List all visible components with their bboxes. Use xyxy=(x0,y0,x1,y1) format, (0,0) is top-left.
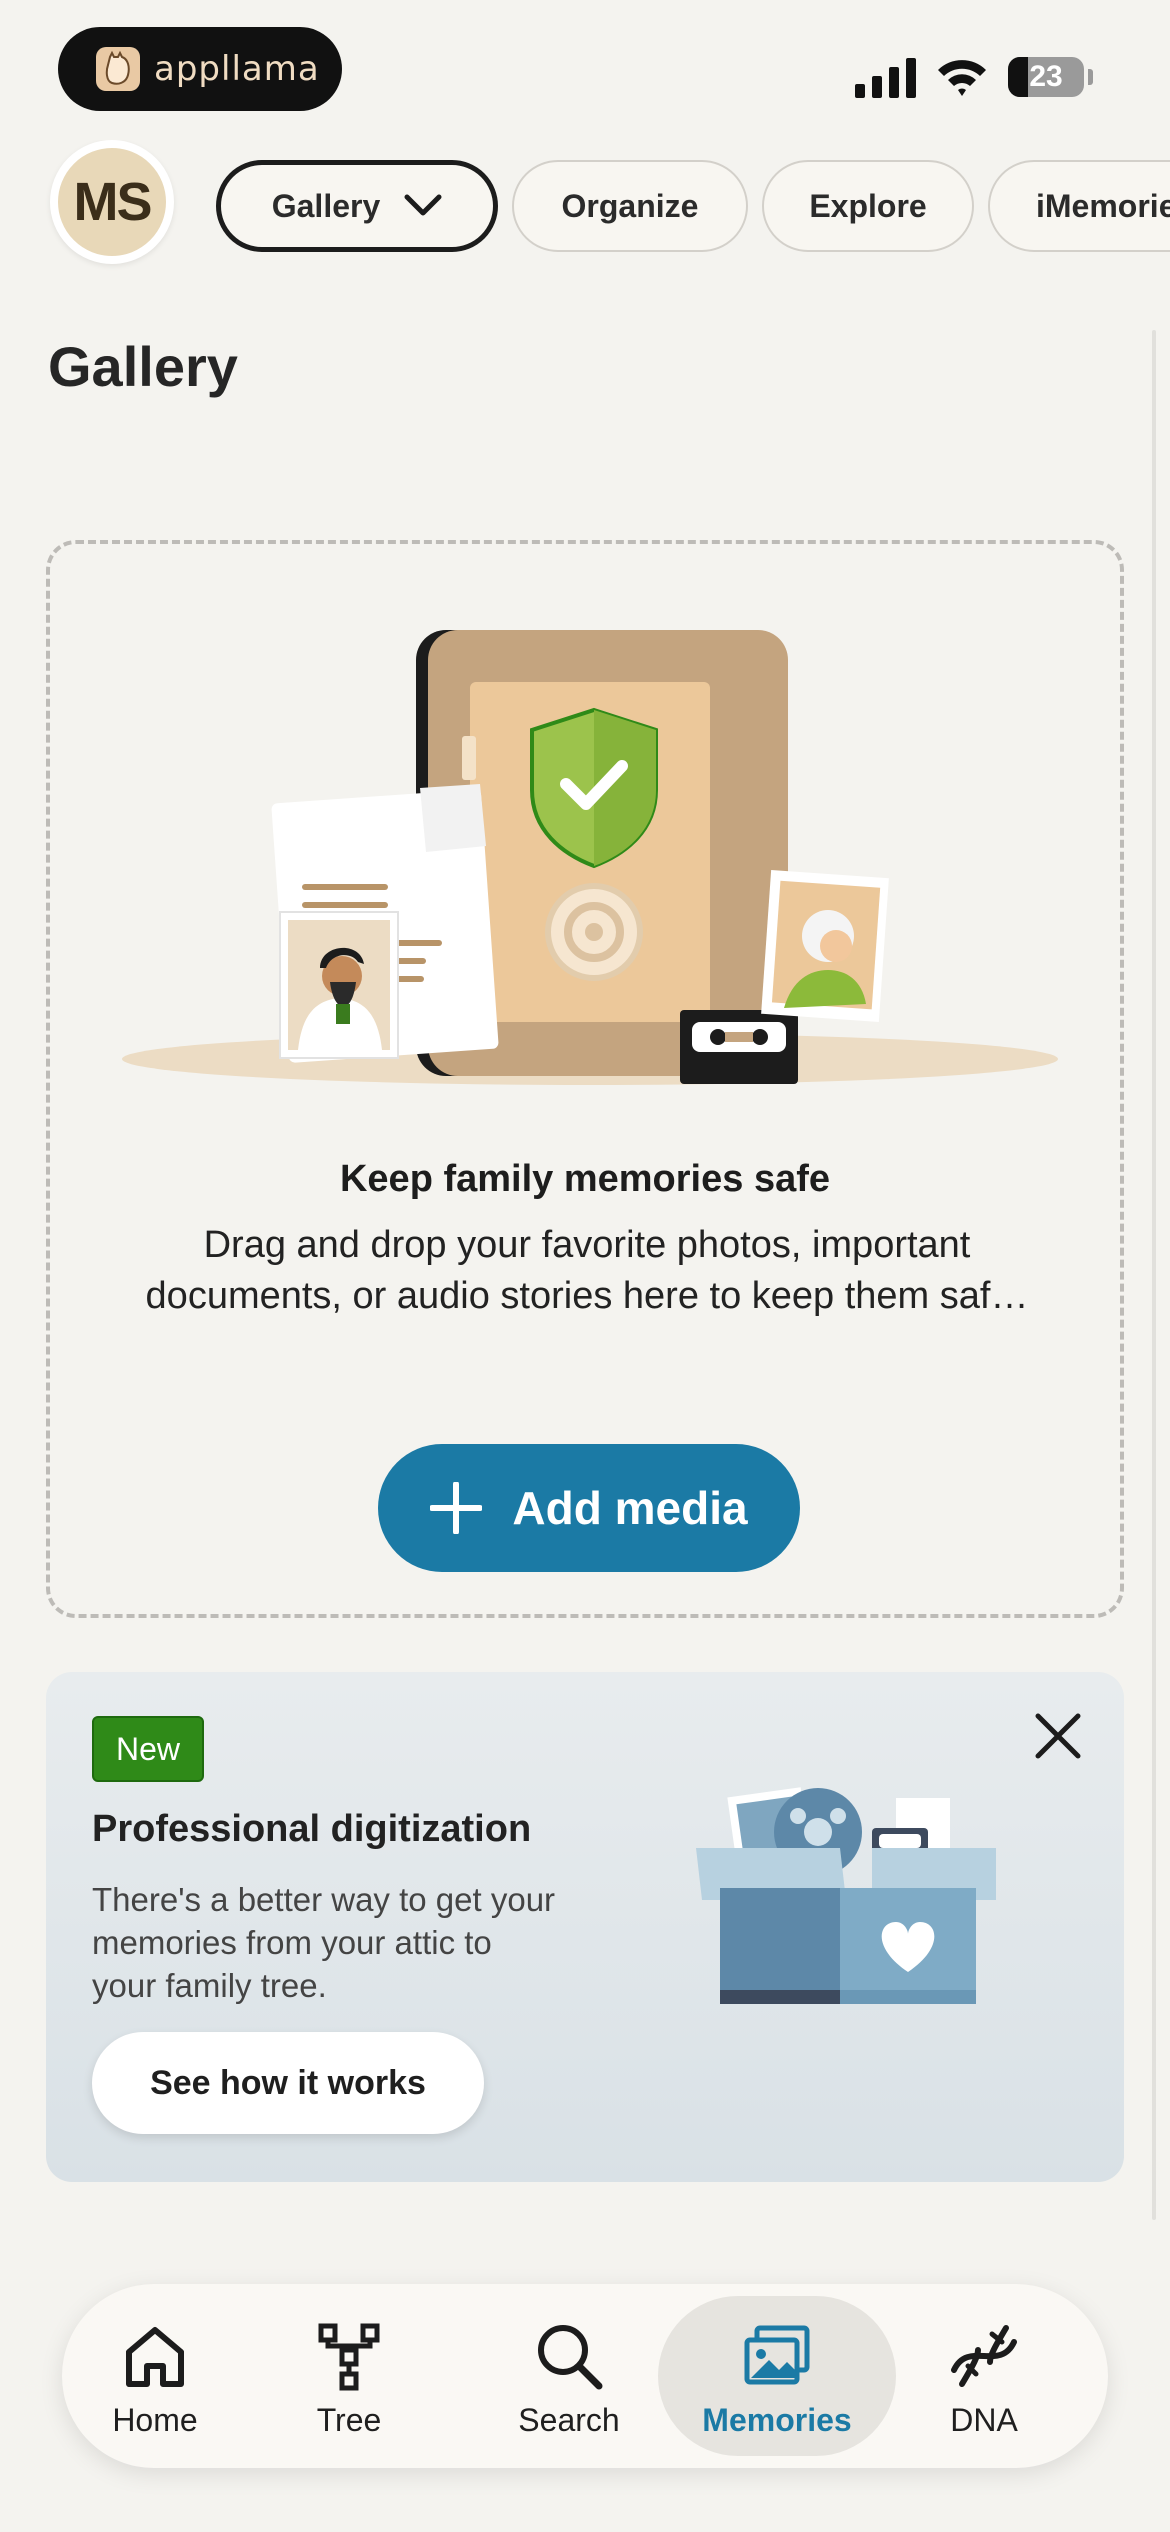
avatar-initials: MS xyxy=(73,172,153,232)
tab-imemories[interactable]: iMemories xyxy=(988,160,1170,252)
llama-logo-icon xyxy=(96,47,140,91)
nav-label: Search xyxy=(518,2402,620,2438)
tab-gallery[interactable]: Gallery xyxy=(216,160,498,252)
nav-home[interactable]: Home xyxy=(90,2284,220,2468)
see-how-it-works-label: See how it works xyxy=(150,2063,426,2102)
plus-icon xyxy=(430,1482,483,1534)
see-how-it-works-button[interactable]: See how it works xyxy=(92,2032,484,2134)
app-name: appllama xyxy=(154,49,320,89)
tab-label: iMemories xyxy=(1036,187,1170,224)
battery-percent: 23 xyxy=(1029,60,1063,93)
nav-label: Home xyxy=(112,2402,198,2438)
wifi-icon xyxy=(938,60,986,96)
memories-icon xyxy=(744,2325,810,2385)
search-icon xyxy=(538,2325,603,2390)
page-title: Gallery xyxy=(48,335,238,398)
tab-organize[interactable]: Organize xyxy=(512,160,748,252)
app-indicator-pill[interactable]: appllama xyxy=(58,27,342,111)
tab-label: Organize xyxy=(561,187,699,224)
new-badge: New xyxy=(92,1716,205,1782)
top-navigation: MS Gallery Organize Explore iMemories xyxy=(0,140,1170,280)
memory-box-illustration xyxy=(696,1787,996,2004)
nav-memories[interactable]: Memories xyxy=(658,2296,896,2456)
user-avatar[interactable]: MS xyxy=(50,140,174,264)
dropzone-description: Drag and drop your favorite photos, impo… xyxy=(145,1224,1029,1317)
digitization-promo-card: New Professional digitization There's a … xyxy=(46,1672,1124,2182)
dropzone-heading: Keep family memories safe xyxy=(339,1158,830,1200)
nav-label: DNA xyxy=(950,2402,1018,2438)
promo-description: There's a better way to get your memorie… xyxy=(92,1881,556,2004)
battery-indicator: 23 xyxy=(1008,57,1084,97)
add-media-label: Add media xyxy=(512,1482,748,1534)
nav-label: Memories xyxy=(702,2402,852,2438)
tab-label: Explore xyxy=(809,187,927,224)
cellular-signal-icon xyxy=(855,58,916,98)
nav-tree[interactable]: Tree xyxy=(284,2284,414,2468)
nav-dna[interactable]: DNA xyxy=(924,2284,1044,2468)
scrollbar[interactable] xyxy=(1152,330,1156,2220)
add-media-button[interactable]: Add media xyxy=(378,1444,800,1572)
media-drop-zone[interactable]: Keep family memories safe Drag and drop … xyxy=(46,540,1124,1618)
nav-search[interactable]: Search xyxy=(504,2284,634,2468)
tree-icon xyxy=(318,2323,380,2391)
dna-icon xyxy=(951,2325,1017,2387)
bottom-navigation: Home Tree Search Memories DNA xyxy=(62,2284,1108,2468)
nav-label: Tree xyxy=(316,2402,382,2438)
status-bar: appllama 23 xyxy=(0,0,1170,140)
tab-explore[interactable]: Explore xyxy=(762,160,974,252)
tab-label: Gallery xyxy=(271,187,381,224)
promo-title: Professional digitization xyxy=(92,1808,532,1850)
memories-safe-illustration xyxy=(122,630,1058,1085)
close-icon[interactable] xyxy=(1030,1708,1086,1764)
chevron-down-icon xyxy=(404,194,442,216)
home-icon xyxy=(126,2327,184,2387)
